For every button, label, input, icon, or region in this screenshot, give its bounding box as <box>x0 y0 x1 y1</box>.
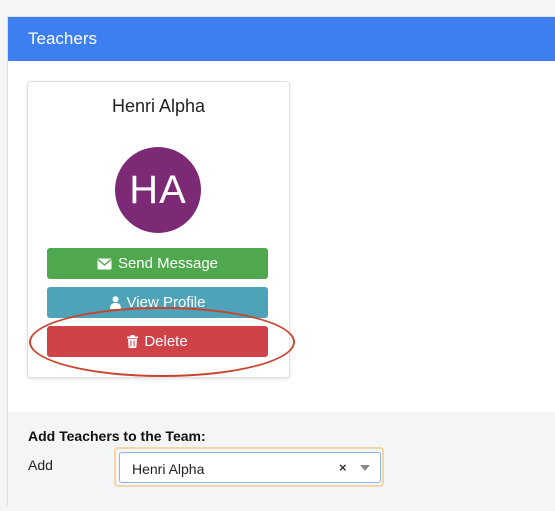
delete-label: Delete <box>144 333 188 350</box>
add-teachers-title: Add Teachers to the Team: <box>28 428 206 444</box>
envelope-icon <box>97 258 112 270</box>
teacher-name: Henri Alpha <box>111 96 206 116</box>
avatar: HA <box>115 147 201 233</box>
add-label: Add <box>28 457 53 473</box>
chevron-down-icon[interactable] <box>360 465 370 471</box>
select-value: Henri Alpha <box>132 461 205 477</box>
user-icon <box>109 296 121 309</box>
delete-button[interactable]: Delete <box>47 326 268 357</box>
send-message-button[interactable]: Send Message <box>47 248 268 279</box>
teacher-card: Henri Alpha HA Send Message View Profile… <box>27 81 290 378</box>
teacher-select[interactable]: Henri Alpha × <box>119 452 381 483</box>
view-profile-label: View Profile <box>126 294 206 311</box>
trash-icon <box>127 335 139 348</box>
send-message-label: Send Message <box>117 255 219 272</box>
clear-icon[interactable]: × <box>339 460 347 475</box>
panel-title: Teachers <box>8 17 555 61</box>
add-teachers-section: Add Teachers to the Team: Add Henri Alph… <box>8 412 555 506</box>
view-profile-button[interactable]: View Profile <box>47 287 268 318</box>
